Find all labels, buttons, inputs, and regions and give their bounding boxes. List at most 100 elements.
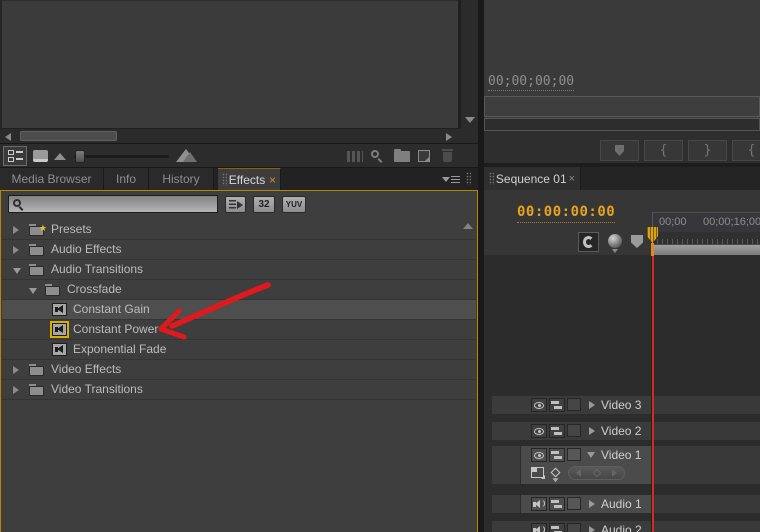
track-row-audio1[interactable]: Audio 1 xyxy=(484,495,760,513)
toggle-track-mute-button[interactable] xyxy=(531,497,547,511)
magnet-icon xyxy=(583,236,594,248)
tab-effects[interactable]: Effects × xyxy=(218,168,281,190)
accelerated-effects-filter-button[interactable] xyxy=(225,196,246,213)
list-view-button[interactable] xyxy=(3,146,27,166)
tab-sequence-label: Sequence 01 xyxy=(495,171,567,186)
sequence-timecode[interactable]: 00:00:00:00 xyxy=(517,204,616,223)
tree-item-constant-power[interactable]: Constant Power xyxy=(2,320,476,340)
chevron-right-icon[interactable] xyxy=(589,427,595,435)
project-horizontal-scrollbar[interactable] xyxy=(0,128,460,143)
toggle-track-output-button[interactable] xyxy=(531,424,547,438)
program-viewing-area-bar[interactable] xyxy=(484,96,760,117)
toggle-track-mute-button[interactable] xyxy=(531,523,547,532)
track-lock-toggle[interactable] xyxy=(567,448,581,461)
sync-lock-button[interactable] xyxy=(549,497,565,511)
track-header: Audio 1 xyxy=(492,495,651,513)
tree-item-presets[interactable]: Presets xyxy=(2,219,476,240)
tree-item-audio-effects[interactable]: Audio Effects xyxy=(2,240,476,260)
new-bin-button[interactable] xyxy=(394,149,410,162)
close-icon[interactable]: × xyxy=(569,173,575,185)
next-keyframe-icon[interactable] xyxy=(612,469,617,477)
snap-toggle-button[interactable] xyxy=(578,232,599,252)
track-content[interactable] xyxy=(652,396,760,414)
track-row-audio2[interactable]: Audio 2 xyxy=(484,521,760,532)
track-header: Video 3 xyxy=(492,396,651,414)
zoom-slider-thumb[interactable] xyxy=(75,150,85,163)
track-row-video2[interactable]: Video 2 xyxy=(484,422,760,440)
track-header: Video 2 xyxy=(492,422,651,440)
tab-sequence-01[interactable]: Sequence 01 × xyxy=(484,167,581,190)
track-content[interactable] xyxy=(652,521,760,532)
tab-info[interactable]: Info xyxy=(104,168,149,190)
work-area-bar[interactable] xyxy=(653,244,760,255)
keyframe-navigator[interactable] xyxy=(568,466,625,480)
mark-out-button[interactable]: } xyxy=(688,140,727,161)
track-lock-toggle[interactable] xyxy=(567,497,581,510)
find-button[interactable] xyxy=(371,150,384,163)
track-content[interactable] xyxy=(652,446,760,484)
chevron-down-icon[interactable] xyxy=(29,288,37,294)
tree-item-audio-transitions[interactable]: Audio Transitions xyxy=(2,260,476,280)
tab-media-browser[interactable]: Media Browser xyxy=(0,168,104,190)
chevron-right-icon[interactable] xyxy=(589,401,595,409)
tree-item-video-transitions[interactable]: Video Transitions xyxy=(2,380,476,400)
chevron-down-icon[interactable] xyxy=(13,268,21,274)
32bit-filter-button[interactable]: 32 xyxy=(253,196,275,213)
sync-lock-button[interactable] xyxy=(549,424,565,438)
mark-in-button[interactable]: { xyxy=(644,140,683,161)
tree-item-crossfade[interactable]: Crossfade xyxy=(2,280,476,300)
delete-button[interactable] xyxy=(441,149,454,163)
panel-menu-button[interactable] xyxy=(440,168,462,190)
track-row-video3[interactable]: Video 3 xyxy=(484,396,760,414)
chevron-right-icon[interactable] xyxy=(13,386,19,394)
sync-lock-button[interactable] xyxy=(549,523,565,532)
tree-item-video-effects[interactable]: Video Effects xyxy=(2,360,476,380)
chevron-right-icon[interactable] xyxy=(13,366,19,374)
chevron-right-icon[interactable] xyxy=(13,226,19,234)
scrollbar-thumb[interactable] xyxy=(20,131,117,141)
new-item-button[interactable] xyxy=(418,150,430,162)
cti-line xyxy=(652,256,654,532)
scroll-right-icon[interactable] xyxy=(446,133,452,141)
set-marker-button[interactable] xyxy=(631,235,643,248)
track-lock-toggle[interactable] xyxy=(567,523,581,532)
time-ruler[interactable]: 00;00 00;00;16;00 xyxy=(652,212,760,232)
goto-in-button[interactable]: { xyxy=(732,140,760,161)
previous-keyframe-icon[interactable] xyxy=(576,469,581,477)
track-content[interactable] xyxy=(652,422,760,440)
toggle-track-output-button[interactable] xyxy=(531,448,547,462)
scroll-down-icon[interactable] xyxy=(465,117,475,123)
track-lock-toggle[interactable] xyxy=(567,398,581,411)
close-icon[interactable]: × xyxy=(269,169,276,191)
toggle-track-output-button[interactable] xyxy=(531,398,547,412)
chevron-right-icon[interactable] xyxy=(589,526,595,532)
scroll-left-icon[interactable] xyxy=(5,133,11,141)
add-keyframe-icon[interactable] xyxy=(592,468,601,478)
tree-item-constant-gain[interactable]: Constant Gain xyxy=(2,300,476,320)
program-scroll-bar[interactable] xyxy=(484,118,760,131)
automate-to-sequence-button[interactable] xyxy=(347,151,363,162)
icon-view-button[interactable] xyxy=(32,149,48,162)
set-display-style-button[interactable] xyxy=(531,467,545,479)
tab-history[interactable]: History xyxy=(149,168,214,190)
project-vertical-scrollbar[interactable] xyxy=(460,0,478,128)
program-timecode[interactable]: 00;00;00;00 xyxy=(488,74,575,91)
chevron-right-icon[interactable] xyxy=(589,500,595,508)
track-content[interactable] xyxy=(652,495,760,513)
zoom-out-icon[interactable] xyxy=(54,153,66,160)
chevron-down-icon[interactable] xyxy=(587,452,595,458)
yuv-filter-button[interactable]: YUV xyxy=(282,196,306,213)
tree-item-exponential-fade[interactable]: Exponential Fade xyxy=(2,340,476,360)
sync-lock-button[interactable] xyxy=(549,448,565,462)
track-lock-toggle[interactable] xyxy=(567,424,581,437)
panel-grip-icon[interactable] xyxy=(466,172,471,185)
scroll-up-icon[interactable] xyxy=(463,223,473,229)
effects-search-input[interactable] xyxy=(8,195,218,213)
track-row-video1[interactable]: Video 1 xyxy=(484,446,760,484)
sync-lock-button[interactable] xyxy=(549,398,565,412)
encore-chapter-marker-button[interactable] xyxy=(608,234,622,253)
list-view-icon xyxy=(7,150,23,162)
marker-button[interactable] xyxy=(600,140,639,161)
chevron-right-icon[interactable] xyxy=(13,246,19,254)
zoom-slider-track[interactable] xyxy=(74,155,169,158)
